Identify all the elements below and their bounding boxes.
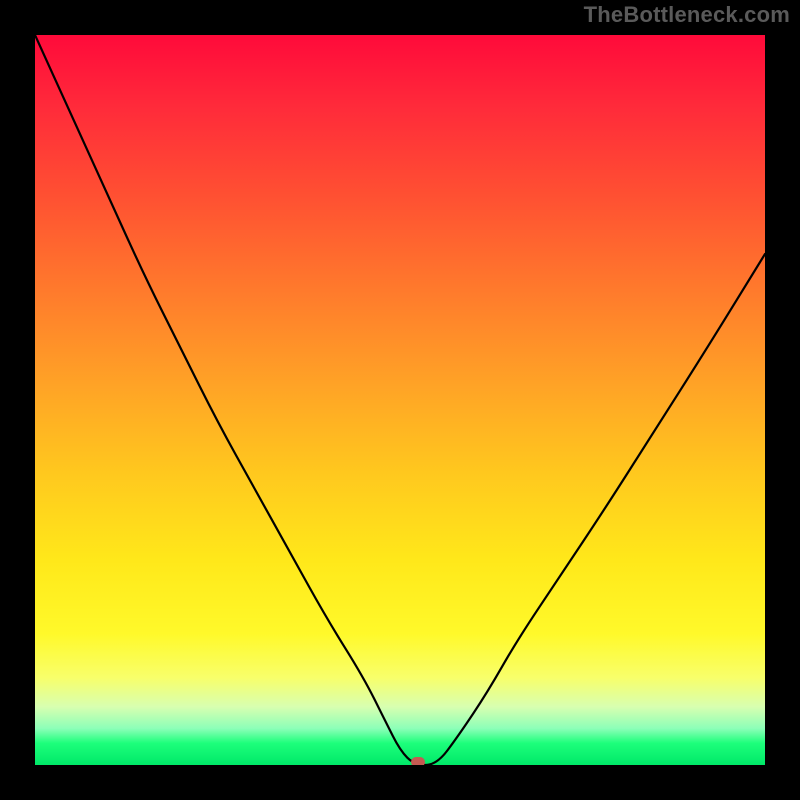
curve-path (35, 35, 765, 765)
optimum-marker (411, 757, 425, 765)
watermark-label: TheBottleneck.com (584, 2, 790, 28)
bottleneck-curve (35, 35, 765, 765)
plot-area (35, 35, 765, 765)
chart-frame: TheBottleneck.com (0, 0, 800, 800)
